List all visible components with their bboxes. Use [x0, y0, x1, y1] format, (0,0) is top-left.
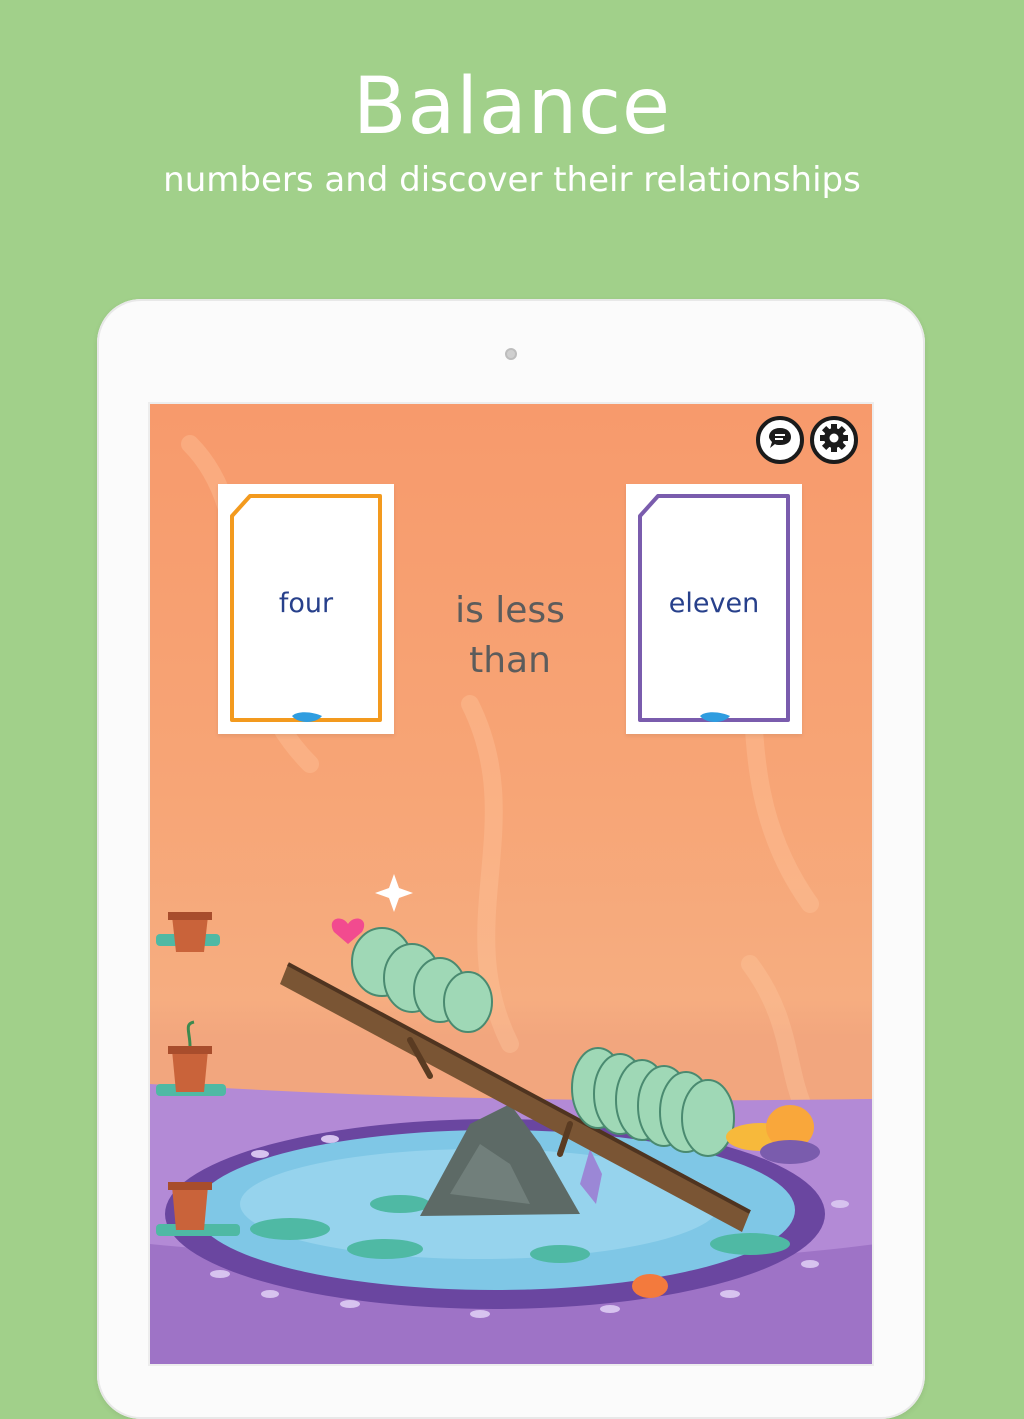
relation-line-2: than	[469, 640, 551, 681]
left-number-card[interactable]: four	[218, 484, 394, 734]
chat-button[interactable]	[756, 416, 804, 464]
relation-text: is less than	[440, 586, 580, 686]
speech-bubble-icon	[767, 426, 793, 454]
promo-headline: Balance	[352, 62, 672, 152]
left-card-word: four	[278, 588, 334, 619]
right-number-card[interactable]: eleven	[626, 484, 802, 734]
relation-line-1: is less	[455, 590, 565, 631]
tablet-camera	[505, 348, 517, 360]
promo-subline: numbers and discover their relationships	[163, 160, 861, 200]
settings-button[interactable]	[810, 416, 858, 464]
game-screen: four is less than eleven	[148, 402, 874, 1366]
gear-icon	[819, 423, 849, 457]
right-card-word: eleven	[668, 588, 760, 619]
